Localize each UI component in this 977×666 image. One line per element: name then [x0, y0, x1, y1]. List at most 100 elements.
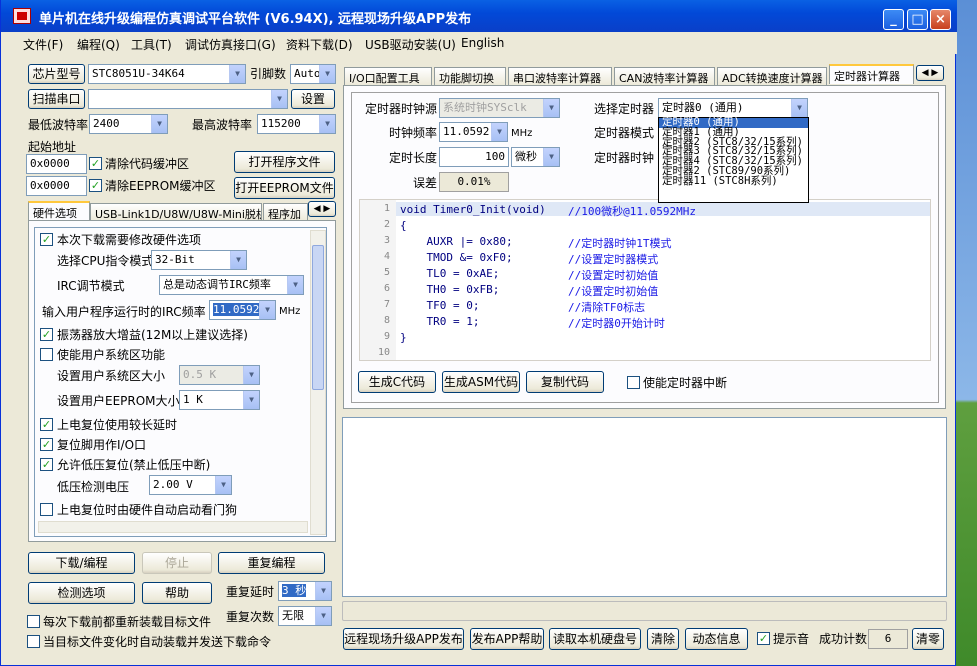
code-comment: //设置定时初始值 [568, 269, 659, 282]
hw-options-scrollbar[interactable] [310, 230, 326, 535]
reset-io-checkbox[interactable]: ✓ [40, 438, 53, 451]
beep-checkbox[interactable]: ✓ [757, 632, 770, 645]
menu-program[interactable]: 编程(Q) [77, 36, 120, 53]
help-button[interactable]: 帮助 [142, 582, 212, 604]
dynamic-info-button[interactable]: 动态信息 [685, 628, 748, 650]
minimize-button[interactable]: _ [883, 9, 904, 30]
lvr-checkbox[interactable]: ✓ [40, 458, 53, 471]
cpu-mode-select[interactable]: 32-Bit ▼ [151, 250, 247, 270]
menu-english[interactable]: English [461, 36, 504, 50]
clear-code-checkbox[interactable]: ✓ [89, 157, 102, 170]
clear-log-button[interactable]: 清除 [647, 628, 679, 650]
chevron-down-icon: ▼ [215, 476, 231, 494]
tab-io-config[interactable]: I/O口配置工具 [344, 67, 432, 85]
maximize-button[interactable]: □ [907, 9, 928, 30]
reload-checkbox[interactable] [27, 615, 40, 628]
tab-program-load[interactable]: 程序加 [263, 203, 308, 221]
repeat-count-select[interactable]: 无限 ▼ [278, 606, 332, 626]
chevron-down-icon: ▼ [315, 582, 331, 600]
eeprom-address-input[interactable]: 0x0000 [26, 176, 87, 196]
tab-hardware-options[interactable]: 硬件选项 [28, 201, 90, 221]
settings-button[interactable]: 设置 [291, 89, 335, 109]
code-editor[interactable]: 1 void Timer0_Init(void) //100微秒@11.0592MH… [359, 199, 931, 361]
copy-code-button[interactable]: 复制代码 [526, 371, 604, 393]
clock-source-label: 定时器时钟源 [365, 102, 438, 116]
chip-model-select[interactable]: STC8051U-34K64 ▼ [88, 64, 246, 84]
pin-count-select[interactable]: Auto ▼ [290, 64, 336, 84]
long-delay-label: 上电复位使用较长延时 [57, 418, 178, 432]
reload-label: 每次下载前都重新装载目标文件 [43, 615, 212, 629]
timer-dropdown-list[interactable]: 定时器0 (通用) 定时器1 (通用) 定时器2 (STC8/32/15系列) … [658, 117, 809, 203]
tab-uart-baud[interactable]: 串口波特率计算器 [508, 67, 612, 85]
clear-eeprom-label: 清除EEPROM缓冲区 [105, 179, 216, 193]
long-delay-checkbox[interactable]: ✓ [40, 418, 53, 431]
clock-source-select[interactable]: 系统时钟SYSclk ▼ [439, 98, 560, 118]
code-line: void Timer0_Init(void) [400, 203, 546, 216]
tab-can-baud[interactable]: CAN波特率计算器 [614, 67, 715, 85]
menu-usb-driver[interactable]: USB驱动安装(U) [365, 36, 456, 53]
reprogram-hw-checkbox[interactable]: ✓ [40, 233, 53, 246]
low-voltage-label: 低压检测电压 [57, 480, 130, 494]
irc-mode-select[interactable]: 总是动态调节IRC频率 ▼ [159, 275, 304, 295]
output-log[interactable] [342, 417, 947, 597]
open-program-file-button[interactable]: 打开程序文件 [234, 151, 335, 173]
watchdog-checkbox[interactable] [40, 503, 53, 516]
title-bar[interactable]: 单片机在线升级编程仿真调试平台软件 (V6.94X), 远程现场升级APP发布 … [1, 0, 957, 32]
enable-timer-interrupt-checkbox[interactable] [627, 376, 640, 389]
timer-length-unit-select[interactable]: 微秒 ▼ [511, 147, 560, 167]
timer-length-input[interactable]: 100 [439, 147, 509, 167]
irc-freq-select[interactable]: 11.0592 ▼ [209, 300, 276, 320]
repeat-delay-select[interactable]: 3 秒 ▼ [278, 581, 332, 601]
clock-freq-select[interactable]: 11.0592 ▼ [439, 122, 508, 142]
osc-gain-checkbox[interactable]: ✓ [40, 328, 53, 341]
publish-help-button[interactable]: 发布APP帮助 [470, 628, 544, 650]
dropdown-option[interactable]: 定时器11 (STC8H系列) [659, 176, 808, 187]
right-tab-scroll-arrows[interactable]: ◀ ▶ [916, 65, 944, 81]
read-disk-id-button[interactable]: 读取本机硬盘号 [549, 628, 641, 650]
chevron-down-icon: ▼ [243, 391, 259, 409]
remote-upgrade-button[interactable]: 远程现场升级APP发布 [343, 628, 464, 650]
clear-eeprom-checkbox[interactable]: ✓ [89, 179, 102, 192]
irc-freq-unit: MHz [279, 306, 301, 317]
repeat-count-label: 重复次数 [226, 610, 275, 624]
tab-scroll-arrows[interactable]: ◀ ▶ [308, 201, 336, 217]
scrollbar-thumb[interactable] [312, 245, 324, 390]
tab-adc-speed[interactable]: ADC转换速度计算器 [717, 67, 827, 85]
chevron-down-icon: ▼ [151, 115, 167, 133]
scan-port-button[interactable]: 扫描串口 [28, 89, 85, 109]
line-number: 7 [383, 299, 390, 310]
select-timer-select[interactable]: 定时器0 (通用) ▼ [658, 98, 808, 118]
menu-download[interactable]: 资料下载(D) [286, 36, 353, 53]
tab-timer-calc[interactable]: 定时器计算器 [829, 64, 914, 84]
code-address-input[interactable]: 0x0000 [26, 154, 87, 174]
menu-tools[interactable]: 工具(T) [131, 36, 172, 53]
menu-file[interactable]: 文件(F) [23, 36, 63, 53]
close-button[interactable]: × [930, 9, 951, 30]
max-baud-select[interactable]: 115200 ▼ [257, 114, 336, 134]
hw-horizontal-scrollbar[interactable] [38, 521, 308, 533]
user-system-size-select[interactable]: 0.5 K ▼ [179, 365, 260, 385]
code-comment: //100微秒@11.0592MHz [568, 205, 696, 218]
user-system-checkbox[interactable] [40, 348, 53, 361]
min-baud-select[interactable]: 2400 ▼ [89, 114, 168, 134]
chevron-down-icon: ▼ [230, 251, 246, 269]
auto-send-label: 当目标文件变化时自动装载并发送下载命令 [43, 635, 272, 649]
port-select[interactable]: ▼ [88, 89, 288, 109]
reset-count-button[interactable]: 清零 [912, 628, 944, 650]
tab-usb-link[interactable]: USB-Link1D/U8W/U8W-Mini脱机 [90, 203, 262, 221]
repeat-program-button[interactable]: 重复编程 [218, 552, 325, 574]
eeprom-size-select[interactable]: 1 K ▼ [179, 390, 260, 410]
generate-c-button[interactable]: 生成C代码 [358, 371, 436, 393]
detect-options-button[interactable]: 检测选项 [28, 582, 135, 604]
chip-model-button[interactable]: 芯片型号 [28, 64, 85, 84]
lvr-label: 允许低压复位(禁止低压中断) [57, 458, 211, 472]
generate-asm-button[interactable]: 生成ASM代码 [442, 371, 520, 393]
tab-pin-switch[interactable]: 功能脚切换 [434, 67, 506, 85]
stop-button[interactable]: 停止 [142, 552, 212, 574]
timer-length-label: 定时长度 [389, 151, 438, 165]
download-program-button[interactable]: 下载/编程 [28, 552, 135, 574]
low-voltage-select[interactable]: 2.00 V ▼ [149, 475, 232, 495]
auto-send-checkbox[interactable] [27, 635, 40, 648]
open-eeprom-file-button[interactable]: 打开EEPROM文件 [234, 177, 335, 199]
menu-debug[interactable]: 调试仿真接口(G) [185, 36, 276, 53]
